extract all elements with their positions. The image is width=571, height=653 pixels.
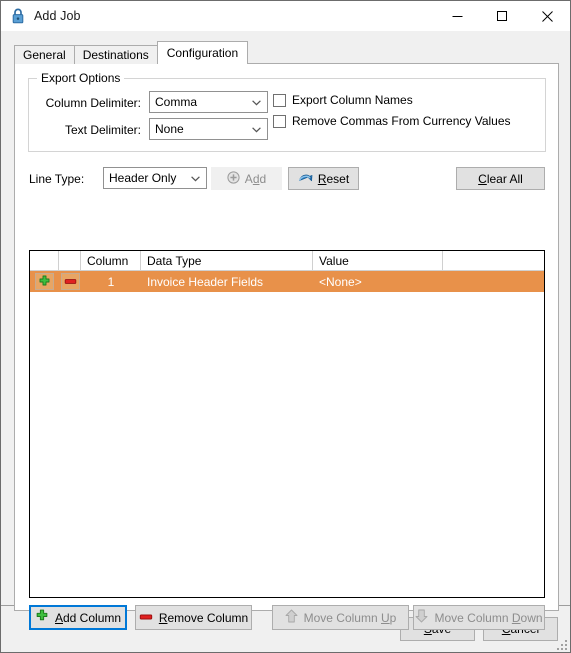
clear-all-button[interactable]: Clear All	[456, 167, 545, 190]
column-delimiter-label: Column Delimiter:	[45, 96, 141, 110]
close-button[interactable]	[525, 1, 570, 31]
row-filler	[443, 271, 544, 292]
tab-configuration[interactable]: Configuration	[156, 41, 249, 64]
configuration-panel: Export Options Column Delimiter: Comma T…	[14, 63, 559, 630]
column-delimiter-value: Comma	[155, 95, 198, 109]
add-line-label: Add	[244, 171, 267, 186]
red-minus-icon	[139, 611, 153, 625]
row-value[interactable]: <None>	[313, 271, 443, 292]
line-type-value: Header Only	[109, 171, 177, 185]
checkbox-box	[273, 114, 286, 128]
reset-arrow-icon	[298, 171, 313, 187]
green-plus-icon	[35, 609, 49, 626]
dialog-client-area: General Destinations Configuration Expor…	[1, 31, 570, 630]
plus-circle-icon	[227, 170, 240, 187]
export-column-names-label: Export Column Names	[292, 93, 413, 107]
tab-destinations[interactable]: Destinations	[73, 45, 158, 64]
arrow-down-icon	[415, 609, 428, 626]
window-title: Add Job	[34, 9, 81, 23]
remove-column-label: Remove Column	[158, 610, 249, 625]
grid-header-add	[30, 251, 59, 270]
grid-header-filler	[443, 251, 544, 270]
grid-header-remove	[59, 251, 81, 270]
red-minus-icon[interactable]	[60, 273, 80, 290]
row-column-number: 1	[107, 274, 115, 289]
move-column-down-button[interactable]: Move Column Down	[413, 605, 545, 630]
add-line-button[interactable]: Add	[211, 167, 282, 190]
maximize-button[interactable]	[480, 1, 525, 31]
row-data-type[interactable]: Invoice Header Fields	[141, 271, 313, 292]
title-bar-left: Add Job	[1, 8, 81, 24]
chevron-down-icon	[252, 122, 261, 136]
table-row[interactable]: 1 Invoice Header Fields <None>	[30, 271, 544, 292]
grid-header-column[interactable]: Column	[81, 251, 141, 270]
remove-commas-label: Remove Commas From Currency Values	[292, 114, 511, 128]
remove-column-button[interactable]: Remove Column	[135, 605, 252, 630]
grid-header-row: Column Data Type Value	[30, 251, 544, 271]
add-job-dialog: Add Job General Destinations Configurati…	[0, 0, 571, 653]
row-remove-cell[interactable]	[59, 271, 81, 292]
add-column-button[interactable]: Add Column	[29, 605, 127, 630]
clear-all-label: Clear All	[478, 171, 523, 186]
title-bar: Add Job	[1, 1, 570, 31]
text-delimiter-value: None	[155, 122, 184, 136]
move-column-up-button[interactable]: Move Column Up	[272, 605, 409, 630]
chevron-down-icon	[252, 95, 261, 109]
reset-label: Reset	[317, 171, 350, 186]
move-column-down-label: Move Column Down	[434, 610, 543, 625]
line-type-label: Line Type:	[29, 172, 85, 186]
arrow-up-icon	[285, 609, 298, 626]
export-options-legend: Export Options	[37, 71, 125, 85]
grid-header-value[interactable]: Value	[313, 251, 443, 270]
tab-general[interactable]: General	[14, 45, 75, 64]
add-column-label: Add Column	[54, 610, 122, 625]
resize-grip[interactable]	[555, 638, 567, 650]
reset-button[interactable]: Reset	[288, 167, 359, 190]
checkbox-box	[273, 93, 286, 107]
remove-commas-checkbox[interactable]: Remove Commas From Currency Values	[273, 114, 511, 128]
text-delimiter-label: Text Delimiter:	[64, 123, 141, 137]
text-delimiter-combobox[interactable]: None	[149, 118, 268, 140]
row-add-cell[interactable]	[30, 271, 59, 292]
lock-icon	[11, 8, 25, 24]
tab-strip: General Destinations Configuration	[14, 41, 559, 64]
tab-general-label: General	[23, 48, 66, 62]
tab-configuration-label: Configuration	[166, 46, 239, 60]
export-column-names-checkbox[interactable]: Export Column Names	[273, 93, 413, 107]
columns-grid[interactable]: Column Data Type Value 1 Invoice Header …	[29, 250, 545, 598]
window-controls	[435, 1, 570, 31]
chevron-down-icon	[191, 171, 200, 185]
column-delimiter-combobox[interactable]: Comma	[149, 91, 268, 113]
minimize-button[interactable]	[435, 1, 480, 31]
line-type-combobox[interactable]: Header Only	[103, 167, 207, 189]
tab-destinations-label: Destinations	[82, 48, 149, 62]
grid-header-data-type[interactable]: Data Type	[141, 251, 313, 270]
move-column-up-label: Move Column Up	[303, 610, 397, 625]
green-plus-icon[interactable]	[35, 273, 54, 290]
